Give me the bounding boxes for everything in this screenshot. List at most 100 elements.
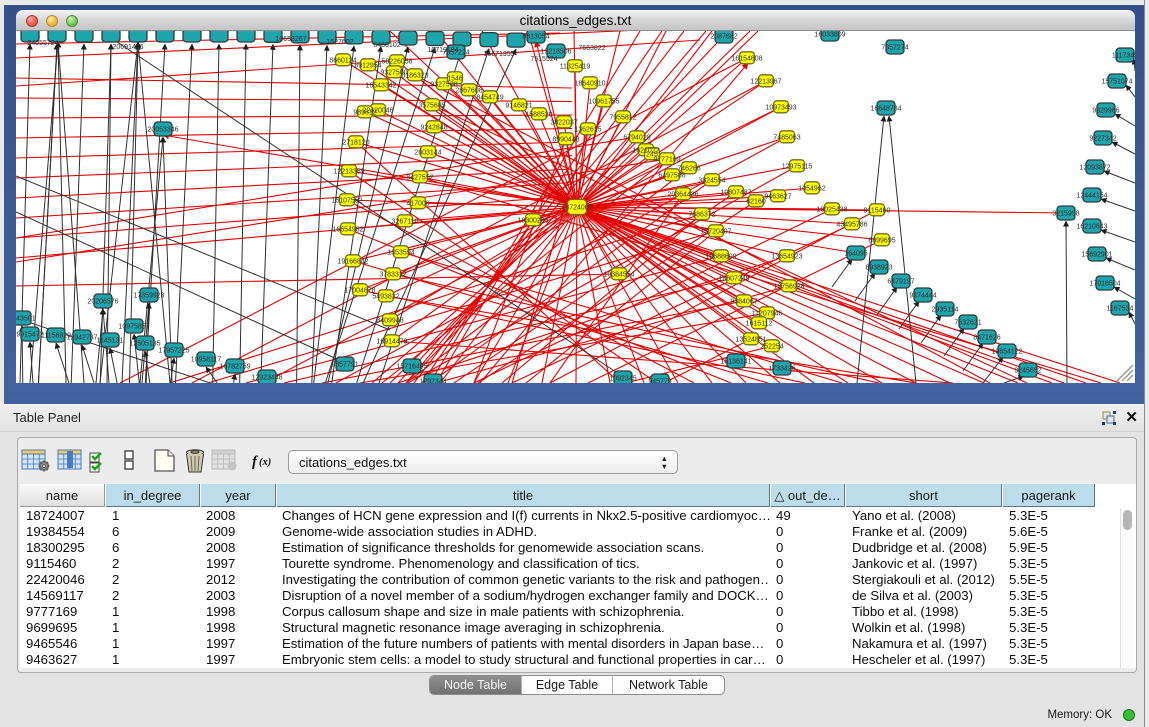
svg-text:7663822: 7663822 [578, 45, 605, 52]
svg-text:8660124: 8660124 [329, 58, 356, 65]
svg-text:746266: 746266 [677, 166, 700, 173]
svg-text:1615112: 1615112 [746, 321, 773, 328]
svg-text:62160: 62160 [746, 199, 766, 206]
svg-text:9857791: 9857791 [331, 362, 358, 369]
svg-text:16210643: 16210643 [1076, 224, 1107, 231]
svg-text:16648784: 16648784 [870, 106, 901, 113]
svg-text:18807249: 18807249 [718, 276, 749, 283]
svg-text:43495786: 43495786 [836, 222, 867, 229]
svg-text:15751074: 15751074 [1101, 79, 1132, 86]
svg-text:19756928: 19756928 [773, 284, 804, 291]
svg-text:1117345: 1117345 [1112, 53, 1135, 60]
svg-text:15692901: 15692901 [1081, 252, 1112, 259]
svg-text:6479197: 6479197 [887, 279, 914, 286]
svg-text:10719184: 10719184 [427, 47, 458, 54]
svg-text:12093872: 12093872 [1079, 165, 1110, 172]
svg-text:19218506: 19218506 [540, 49, 571, 56]
svg-text:16914479: 16914479 [376, 339, 407, 346]
svg-text:2867608: 2867608 [455, 88, 482, 95]
svg-text:10807487: 10807487 [720, 190, 751, 197]
svg-text:9329966: 9329966 [1092, 108, 1119, 115]
svg-text:19384554: 19384554 [603, 272, 634, 279]
svg-text:16107552: 16107552 [331, 198, 362, 205]
svg-text:9242848: 9242848 [420, 125, 447, 132]
svg-text:5493822: 5493822 [372, 294, 399, 301]
svg-text:252254: 252254 [760, 344, 783, 351]
svg-text:2718120: 2718120 [342, 140, 369, 147]
svg-text:16782759: 16782759 [219, 364, 250, 371]
svg-text:10025438: 10025438 [816, 207, 847, 214]
svg-text:1543501: 1543501 [16, 316, 36, 323]
svg-text:7632621: 7632621 [954, 320, 981, 327]
svg-text:10961755: 10961755 [588, 99, 619, 106]
svg-text:9384067: 9384067 [730, 299, 757, 306]
svg-text:15716485: 15716485 [396, 364, 427, 371]
svg-text:6899695: 6899695 [868, 238, 895, 245]
svg-text:12942737: 12942737 [66, 335, 97, 342]
svg-text:10975857: 10975857 [118, 324, 149, 331]
svg-text:3783312: 3783312 [379, 272, 406, 279]
svg-text:10653267: 10653267 [275, 36, 306, 43]
svg-text:20364436: 20364436 [667, 192, 698, 199]
svg-text:12213967: 12213967 [750, 79, 781, 86]
svg-text:1733426: 1733426 [768, 366, 795, 373]
svg-text:2803144: 2803144 [414, 150, 441, 157]
svg-text:15720407: 15720407 [700, 229, 731, 236]
svg-text:16654982: 16654982 [332, 227, 363, 234]
svg-text:16543342: 16543342 [365, 83, 396, 90]
svg-text:945779: 945779 [648, 379, 671, 384]
svg-text:16154808: 16154808 [731, 56, 762, 63]
svg-text:18640910: 18640910 [574, 81, 605, 88]
svg-text:8990448: 8990448 [552, 137, 579, 144]
svg-text:8813054: 8813054 [522, 34, 549, 41]
svg-text:13654923: 13654923 [771, 254, 802, 261]
svg-text:1292344: 1292344 [419, 379, 446, 384]
svg-text:1092345: 1092345 [609, 376, 636, 383]
svg-text:9327508: 9327508 [430, 82, 457, 89]
svg-text:17359928: 17359928 [133, 293, 164, 300]
svg-text:1353594: 1353594 [387, 250, 414, 257]
svg-text:10654122: 10654122 [991, 349, 1022, 356]
svg-text:7386372: 7386372 [688, 212, 715, 219]
svg-text:11325419: 11325419 [560, 64, 591, 71]
svg-text:(x): (x) [259, 457, 271, 468]
svg-text:9227342: 9227342 [1089, 136, 1116, 143]
svg-text:8409948: 8409948 [376, 318, 403, 325]
svg-text:1588520: 1588520 [525, 112, 552, 119]
svg-text:12213369: 12213369 [333, 169, 364, 176]
svg-text:12505135: 12505135 [129, 341, 160, 348]
svg-text:6794028: 6794028 [623, 135, 650, 142]
svg-text:16033809: 16033809 [814, 32, 845, 39]
svg-text:6466102: 6466102 [373, 42, 400, 49]
svg-text:3824554: 3824554 [698, 178, 725, 185]
svg-text:9463627: 9463627 [764, 194, 791, 201]
svg-text:20206576: 20206576 [87, 299, 118, 306]
svg-text:7485063: 7485063 [773, 135, 800, 142]
svg-text:15136141: 15136141 [720, 359, 751, 366]
svg-text:12975115: 12975115 [782, 164, 813, 171]
svg-text:3267110: 3267110 [392, 219, 419, 226]
svg-text:12444154: 12444154 [1076, 193, 1107, 200]
svg-text:417006: 417006 [406, 201, 429, 208]
svg-text:9474444: 9474444 [909, 293, 936, 300]
svg-text:1362615: 1362615 [574, 127, 601, 134]
svg-text:12923448: 12923448 [251, 375, 282, 382]
svg-text:18724007: 18724007 [561, 205, 592, 212]
svg-text:1054962: 1054962 [798, 186, 825, 193]
svg-text:19166842: 19166842 [337, 259, 368, 266]
svg-text:24055724: 24055724 [27, 40, 58, 47]
svg-text:20053346: 20053346 [147, 127, 178, 134]
svg-text:6497508: 6497508 [658, 173, 685, 180]
svg-text:7515524: 7515524 [530, 56, 557, 63]
svg-text:989612: 989612 [353, 110, 376, 117]
svg-text:18300295: 18300295 [517, 218, 548, 225]
svg-text:1145131: 1145131 [97, 338, 124, 345]
svg-text:13524851: 13524851 [735, 337, 766, 344]
svg-text:17016504: 17016504 [1089, 281, 1120, 288]
svg-text:58226058: 58226058 [381, 59, 412, 66]
svg-text:10973493: 10973493 [765, 105, 796, 112]
svg-text:8938923: 8938923 [865, 265, 892, 272]
svg-text:3575685: 3575685 [418, 103, 445, 110]
svg-text:10688609: 10688609 [705, 254, 736, 261]
svg-text:10958117: 10958117 [191, 357, 222, 364]
